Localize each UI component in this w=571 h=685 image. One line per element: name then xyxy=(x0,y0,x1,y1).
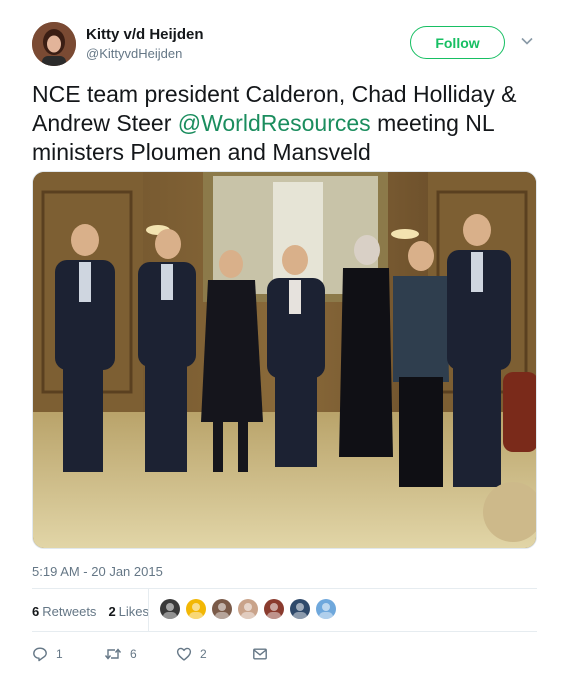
divider-bottom xyxy=(32,631,537,632)
like-button[interactable]: 2 xyxy=(176,646,252,662)
likes-count: 2 xyxy=(108,603,116,619)
retweet-button[interactable]: 6 xyxy=(104,646,176,662)
avatar-dark-silhouette[interactable] xyxy=(160,599,180,619)
tweet-timestamp[interactable]: 5:19 AM - 20 Jan 2015 xyxy=(32,564,163,579)
retweets-label: Retweets xyxy=(42,603,97,619)
author-names: Kitty v/d Heijden @KittyvdHeijden xyxy=(86,25,204,63)
tweet-text: NCE team president Calderon, Chad Hollid… xyxy=(32,80,542,167)
direct-message-button[interactable] xyxy=(252,646,268,662)
author-display-name[interactable]: Kitty v/d Heijden xyxy=(86,25,204,45)
avatar-person[interactable] xyxy=(264,599,284,619)
stats-separator xyxy=(148,588,149,631)
avatar-person[interactable] xyxy=(316,599,336,619)
follow-button[interactable]: Follow xyxy=(410,26,505,59)
liker-avatars xyxy=(160,599,342,619)
tweet-stats: 6 Retweets 2 Likes xyxy=(32,600,161,622)
tweet-header: Kitty v/d Heijden @KittyvdHeijden Follow xyxy=(32,22,542,70)
envelope-icon xyxy=(253,648,267,660)
avatar-person[interactable] xyxy=(238,599,258,619)
reply-count: 1 xyxy=(56,647,63,661)
retweet-count: 6 xyxy=(130,647,137,661)
author-avatar[interactable] xyxy=(32,22,76,66)
mention-link[interactable]: @WorldResources xyxy=(178,110,371,136)
avatar-gold-pattern[interactable] xyxy=(186,599,206,619)
like-count: 2 xyxy=(200,647,207,661)
tweet-actions: 1 6 2 xyxy=(32,643,268,665)
retweets-stat[interactable]: 6 Retweets xyxy=(32,604,96,619)
retweet-icon xyxy=(104,648,122,660)
avatar-person[interactable] xyxy=(290,599,310,619)
chevron-down-icon[interactable] xyxy=(520,34,534,48)
likes-stat[interactable]: 2 Likes xyxy=(108,604,149,619)
retweets-count: 6 xyxy=(32,603,40,619)
heart-icon xyxy=(176,647,192,661)
tweet-photo[interactable] xyxy=(32,171,537,549)
likes-label: Likes xyxy=(118,603,150,619)
divider-top xyxy=(32,588,537,589)
author-handle[interactable]: @KittyvdHeijden xyxy=(86,45,204,63)
reply-button[interactable]: 1 xyxy=(32,646,104,662)
avatar-person[interactable] xyxy=(212,599,232,619)
reply-icon xyxy=(33,647,47,662)
